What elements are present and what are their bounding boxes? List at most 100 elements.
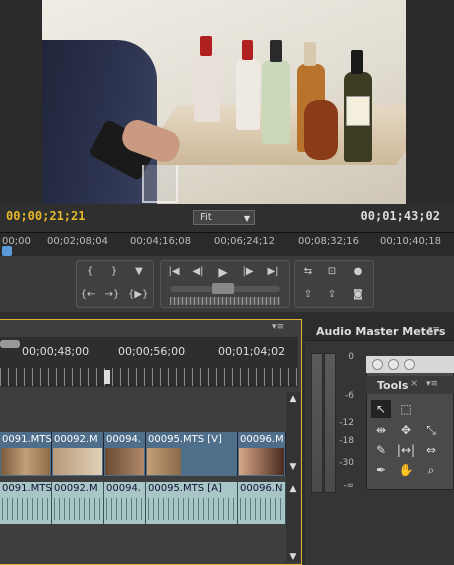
bottle-image [194,52,220,122]
window-zoom-button[interactable] [404,359,415,370]
bottle-cap-image [200,36,212,56]
shuttle-slider-handle[interactable] [212,283,234,294]
video-clip[interactable]: 00092.M [52,432,104,476]
scroll-down-icon[interactable]: ▼ [287,462,299,474]
bottle-cap-image [304,42,316,66]
audio-waveform [240,498,283,520]
audio-waveform [54,498,101,520]
bottle-cap-image [270,40,282,62]
step-forward-icon[interactable]: |▶ [238,263,258,281]
playhead-marker[interactable] [2,246,12,256]
audio-clip[interactable]: 00096.N [238,482,286,524]
meter-scale-label: -30 [339,458,354,468]
bottle-cap-image [242,40,253,60]
audio-clip[interactable]: 00094. [104,482,146,524]
panel-menu-icon[interactable]: ▾≡ [428,325,440,335]
bottle-label-image [346,96,370,126]
meter-scale-label: -6 [345,391,354,401]
audio-clip[interactable]: 00092.M [52,482,104,524]
razor-tool-icon[interactable]: ✎ [371,441,391,459]
go-to-out-icon[interactable]: →} [102,286,122,304]
glass-image [142,165,178,203]
export-frame-icon[interactable]: ◙ [348,286,368,304]
timeline-tick-label: 00;00;48;00 [22,345,90,358]
video-frame [42,0,406,204]
mark-out-icon[interactable]: } [104,263,124,281]
clip-thumbnail [53,448,102,475]
mark-in-icon[interactable]: { [80,263,100,281]
scroll-up-icon[interactable]: ▲ [287,394,299,406]
audio-waveform [148,498,235,520]
audio-waveform [106,498,143,520]
audio-clip[interactable]: 0091.MTS [0,482,52,524]
output-icon[interactable]: ● [348,263,368,281]
hand-tool-icon[interactable]: ✋ [396,461,416,479]
clip-thumbnail [239,448,284,475]
video-clip[interactable]: 00096.M [238,432,286,476]
video-clip[interactable]: 0091.MTS [0,432,52,476]
timeline-tick-label: 00;01;04;02 [218,345,286,358]
slide-tool-icon[interactable]: ⇔ [421,441,441,459]
track-select-tool-icon[interactable]: ⬚ [396,400,416,418]
ruler-tick-label: 00;02;08;04 [47,236,109,247]
bottle-image [236,58,260,130]
clip-thumbnail [105,448,144,475]
rolling-edit-tool-icon[interactable]: ✥ [396,421,416,439]
ruler-tick-label: 00;08;32;16 [298,236,360,247]
zoom-select-value: Fit [200,212,212,223]
video-clip[interactable]: 00095.MTS [V] [146,432,238,476]
monitor-time-ruler[interactable]: 00;00 00;02;08;04 00;04;16;08 00;06;24;1… [0,232,454,256]
audio-meters-title: Audio Master Meters [316,325,446,338]
tools-title: Tools [377,379,409,392]
audio-meter-left [311,353,323,493]
play-in-to-out-icon[interactable]: {▶} [128,286,148,304]
slip-tool-icon[interactable]: |↔| [396,441,416,459]
timeline-zoom-scroll[interactable] [0,340,20,348]
audio-clip[interactable]: 00095.MTS [A] [146,482,238,524]
timeline-scrollbar[interactable] [286,392,300,562]
selection-tool-icon[interactable]: ↖ [371,400,391,418]
panel-menu-icon[interactable]: ▾≡ [272,322,284,332]
panel-menu-icon[interactable]: ▾≡ [426,379,438,389]
bottle-image [304,100,338,160]
meter-scale-label: 0 [348,352,354,362]
safe-margins-icon[interactable]: ⊡ [322,263,342,281]
bottle-cap-image [351,50,363,74]
window-close-button[interactable] [372,359,383,370]
timeline-ruler-ticks [0,368,298,386]
ruler-tick-label: 00;10;40;18 [380,236,442,247]
ruler-tick-label: 00;04;16;08 [130,236,192,247]
window-minimize-button[interactable] [388,359,399,370]
ripple-edit-tool-icon[interactable]: ⇹ [371,421,391,439]
pen-tool-icon[interactable]: ✒ [371,461,391,479]
close-icon[interactable]: × [410,378,418,389]
step-back-icon[interactable]: ◀| [188,263,208,281]
scroll-up-icon[interactable]: ▲ [287,484,299,496]
go-to-in-icon[interactable]: {← [78,286,98,304]
timeline-playhead[interactable] [104,370,110,384]
clip-thumbnail [1,448,50,475]
video-clip[interactable]: 00094. [104,432,146,476]
scroll-down-icon[interactable]: ▼ [287,552,299,564]
lift-icon[interactable]: ⇧ [298,286,318,304]
current-timecode[interactable]: 00;00;21;21 [6,209,85,223]
audio-waveform [2,498,49,520]
duration-timecode: 00;01;43;02 [360,209,440,223]
meter-scale-label: -12 [339,418,354,428]
zoom-select[interactable]: Fit ▼ [193,210,255,225]
rate-stretch-tool-icon[interactable]: ⤡ [421,421,441,439]
add-marker-icon[interactable]: ▼ [129,263,149,281]
go-to-previous-edit-icon[interactable]: |◀ [164,263,184,281]
extract-icon[interactable]: ⇪ [322,286,342,304]
go-to-next-edit-icon[interactable]: ▶| [263,263,283,281]
ruler-tick-label: 00;06;24;12 [214,236,276,247]
loop-icon[interactable]: ⇆ [298,263,318,281]
jog-wheel[interactable] [170,297,280,305]
zoom-tool-icon[interactable]: ⌕ [421,461,441,479]
play-icon[interactable]: ▶ [213,263,233,281]
meter-scale-label: -∞ [343,481,354,491]
meter-scale-label: -18 [339,436,354,446]
bottle-image [262,60,290,144]
chevron-down-icon: ▼ [243,214,250,223]
timeline-tick-label: 00;00;56;00 [118,345,186,358]
